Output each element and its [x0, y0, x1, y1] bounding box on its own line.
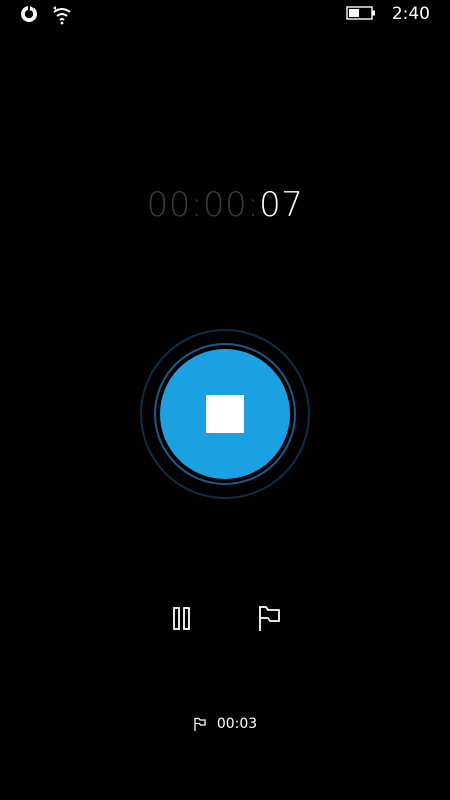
status-right: 2:40	[346, 4, 430, 24]
pause-icon	[173, 607, 190, 630]
timer-elapsed-dim: 00:00:	[146, 185, 260, 225]
stop-square-icon	[206, 395, 244, 433]
stop-button[interactable]	[160, 349, 290, 479]
mark-list-item[interactable]: 00:03	[0, 716, 450, 732]
battery-icon	[346, 5, 376, 24]
sync-icon	[20, 5, 38, 29]
status-bar: 2:40	[0, 0, 450, 32]
clock: 2:40	[391, 4, 430, 24]
pause-button[interactable]	[165, 600, 199, 636]
timer-seconds: 07	[259, 185, 304, 225]
recording-timer: 00:00:07	[0, 184, 450, 226]
mark-time: 00:03	[216, 716, 258, 732]
voice-recorder-screen: 2:40 00:00:07 00:03	[0, 0, 450, 800]
status-left-icons	[20, 5, 72, 29]
flag-icon	[259, 606, 280, 631]
wifi-icon	[52, 5, 72, 29]
add-mark-button[interactable]	[252, 600, 286, 636]
flag-icon	[194, 717, 206, 731]
record-control	[140, 329, 310, 499]
